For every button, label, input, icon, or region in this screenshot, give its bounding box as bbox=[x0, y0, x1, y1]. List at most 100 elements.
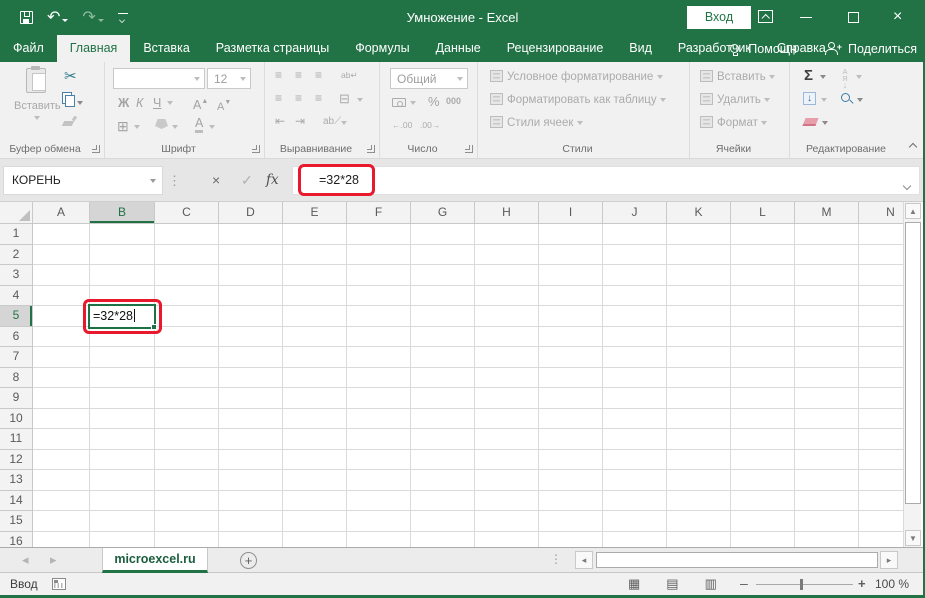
grid-cell-h4[interactable] bbox=[475, 286, 539, 307]
ribbon-tab-insert[interactable]: Вставка bbox=[130, 35, 202, 62]
grid-cell-l8[interactable] bbox=[731, 368, 795, 389]
percent-style-button[interactable]: % bbox=[428, 93, 440, 111]
grid-cell-f1[interactable] bbox=[347, 224, 411, 245]
row-header-1[interactable]: 1 bbox=[0, 224, 33, 245]
font-name-combobox[interactable] bbox=[113, 68, 205, 89]
borders-dropdown-icon[interactable] bbox=[134, 125, 140, 129]
grid-cell-h12[interactable] bbox=[475, 450, 539, 471]
grid-cell-d15[interactable] bbox=[219, 511, 283, 532]
grid-cell-c10[interactable] bbox=[155, 409, 219, 430]
grid-cell-d7[interactable] bbox=[219, 347, 283, 368]
grid-cell-f4[interactable] bbox=[347, 286, 411, 307]
grid-cell-m11[interactable] bbox=[795, 429, 859, 450]
select-all-button[interactable] bbox=[0, 202, 33, 224]
autosum-dropdown-icon[interactable] bbox=[820, 75, 826, 79]
grid-cell-h8[interactable] bbox=[475, 368, 539, 389]
row-header-12[interactable]: 12 bbox=[0, 450, 33, 471]
grid-cell-h10[interactable] bbox=[475, 409, 539, 430]
grid-cell-e8[interactable] bbox=[283, 368, 347, 389]
grid-cell-i3[interactable] bbox=[539, 265, 603, 286]
column-header-i[interactable]: I bbox=[539, 202, 603, 224]
grid-cell-d1[interactable] bbox=[219, 224, 283, 245]
grid-cell-a5[interactable] bbox=[33, 306, 90, 327]
prev-sheet-icon[interactable]: ◂ bbox=[22, 548, 29, 573]
grid-cell-a10[interactable] bbox=[33, 409, 90, 430]
grid-cell-h7[interactable] bbox=[475, 347, 539, 368]
grid-cell-n11[interactable] bbox=[859, 429, 903, 450]
view-shortcut-icons[interactable]: ▦▤▥ bbox=[628, 573, 743, 595]
cut-button[interactable]: ✂ bbox=[64, 69, 77, 84]
wrap-text-button[interactable]: ab↵ bbox=[341, 70, 358, 81]
grid-cell-l4[interactable] bbox=[731, 286, 795, 307]
insert-cells-button[interactable]: Вставить bbox=[700, 68, 775, 86]
ribbon-tab-formulas[interactable]: Формулы bbox=[342, 35, 422, 62]
row-header-10[interactable]: 10 bbox=[0, 409, 33, 430]
sort-filter-button[interactable]: А Я↓ bbox=[840, 68, 850, 89]
grid-cell-f6[interactable] bbox=[347, 327, 411, 348]
zoom-out-button[interactable]: – bbox=[740, 573, 748, 594]
number-dialog-launcher-icon[interactable] bbox=[465, 145, 473, 153]
grid-cell-f7[interactable] bbox=[347, 347, 411, 368]
ribbon-display-options-icon[interactable] bbox=[758, 10, 773, 23]
grid-cell-h14[interactable] bbox=[475, 491, 539, 512]
grid-cell-j10[interactable] bbox=[603, 409, 667, 430]
ribbon-tab-review[interactable]: Рецензирование bbox=[494, 35, 617, 62]
orientation-dropdown-icon[interactable] bbox=[341, 121, 347, 125]
grid-cell-g1[interactable] bbox=[411, 224, 475, 245]
grid-cell-e3[interactable] bbox=[283, 265, 347, 286]
column-header-d[interactable]: D bbox=[219, 202, 283, 224]
grid-cell-g13[interactable] bbox=[411, 470, 475, 491]
grid-cell-i1[interactable] bbox=[539, 224, 603, 245]
grid-cell-n8[interactable] bbox=[859, 368, 903, 389]
clipboard-dialog-launcher-icon[interactable] bbox=[92, 145, 100, 153]
grid-cell-e11[interactable] bbox=[283, 429, 347, 450]
grid-cell-n13[interactable] bbox=[859, 470, 903, 491]
grid-cell-d6[interactable] bbox=[219, 327, 283, 348]
maximize-button[interactable] bbox=[848, 12, 859, 23]
grid-cell-e15[interactable] bbox=[283, 511, 347, 532]
borders-button[interactable]: ⊞ bbox=[117, 117, 129, 135]
grid-cell-n15[interactable] bbox=[859, 511, 903, 532]
grid-cell-d11[interactable] bbox=[219, 429, 283, 450]
grid-cell-a3[interactable] bbox=[33, 265, 90, 286]
orientation-button[interactable]: ab⟋ bbox=[323, 116, 341, 127]
merge-dropdown-icon[interactable] bbox=[357, 98, 363, 102]
grid-cell-i15[interactable] bbox=[539, 511, 603, 532]
grid-cell-c16[interactable] bbox=[155, 532, 219, 548]
grid-cell-c3[interactable] bbox=[155, 265, 219, 286]
grid-cell-m1[interactable] bbox=[795, 224, 859, 245]
find-dropdown-icon[interactable] bbox=[857, 98, 863, 102]
grid-cell-j14[interactable] bbox=[603, 491, 667, 512]
grid-cell-b14[interactable] bbox=[90, 491, 155, 512]
grid-cell-d16[interactable] bbox=[219, 532, 283, 548]
grid-cell-d2[interactable] bbox=[219, 245, 283, 266]
grid-cell-l15[interactable] bbox=[731, 511, 795, 532]
grid-cell-n5[interactable] bbox=[859, 306, 903, 327]
grid-cell-f12[interactable] bbox=[347, 450, 411, 471]
grid-cell-l9[interactable] bbox=[731, 388, 795, 409]
grid-cell-m3[interactable] bbox=[795, 265, 859, 286]
column-header-l[interactable]: L bbox=[731, 202, 795, 224]
ribbon-tab-file[interactable]: Файл bbox=[0, 35, 57, 62]
row-header-5[interactable]: 5 bbox=[0, 306, 33, 327]
grid-cell-j5[interactable] bbox=[603, 306, 667, 327]
grid-cell-f9[interactable] bbox=[347, 388, 411, 409]
grid-cell-k12[interactable] bbox=[667, 450, 731, 471]
grid-cell-f14[interactable] bbox=[347, 491, 411, 512]
grid-cell-m12[interactable] bbox=[795, 450, 859, 471]
grid-cell-f11[interactable] bbox=[347, 429, 411, 450]
zoom-slider-track[interactable] bbox=[756, 584, 853, 585]
grid-cell-e6[interactable] bbox=[283, 327, 347, 348]
align-middle-button[interactable]: ≡ bbox=[295, 68, 301, 82]
grid-cell-m16[interactable] bbox=[795, 532, 859, 548]
vertical-scrollbar[interactable]: ▲ ▼ bbox=[903, 202, 921, 547]
grid-cell-l10[interactable] bbox=[731, 409, 795, 430]
formula-bar-drag-dots-icon[interactable]: ⋮ bbox=[168, 167, 181, 194]
grid-cell-k1[interactable] bbox=[667, 224, 731, 245]
grid-cell-f3[interactable] bbox=[347, 265, 411, 286]
grid-cell-f5[interactable] bbox=[347, 306, 411, 327]
grid-cell-k9[interactable] bbox=[667, 388, 731, 409]
grid-cell-m15[interactable] bbox=[795, 511, 859, 532]
grid-cell-e16[interactable] bbox=[283, 532, 347, 548]
grid-cell-n4[interactable] bbox=[859, 286, 903, 307]
